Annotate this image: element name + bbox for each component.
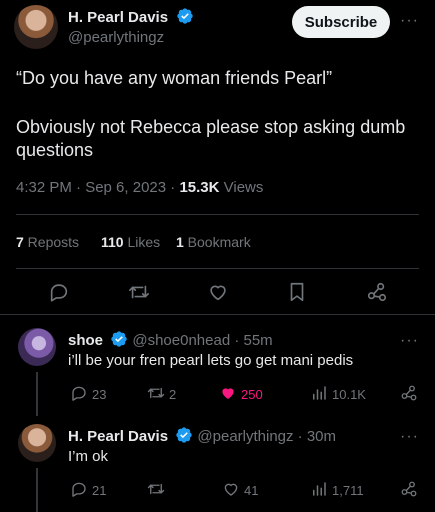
repost-count[interactable] <box>147 480 169 501</box>
reply-handle-time[interactable]: @pearlythingz · 30m <box>197 428 336 445</box>
reply-author-name[interactable]: H. Pearl Davis <box>68 428 168 445</box>
view-count[interactable]: 10.1K <box>310 384 366 405</box>
views-chart-icon <box>310 480 328 501</box>
views-chart-icon <box>310 384 328 405</box>
thread-line <box>36 372 38 416</box>
avatar[interactable] <box>14 5 58 49</box>
likes-stat[interactable]: 110 Likes <box>101 234 160 250</box>
more-options-icon[interactable]: ··· <box>400 12 419 30</box>
views-count: 15.3K <box>179 179 220 196</box>
tweet-text-line1: “Do you have any woman friends Pearl” <box>16 68 333 88</box>
divider <box>0 314 435 315</box>
reply-count[interactable]: 21 <box>70 480 106 501</box>
repost-count[interactable]: 2 <box>147 384 176 405</box>
repost-icon <box>147 480 165 501</box>
avatar[interactable] <box>18 328 56 366</box>
reply-text: i’ll be your fren pearl lets go get mani… <box>68 352 354 369</box>
views-label: Views <box>219 179 264 196</box>
tweet-timestamp[interactable]: 4:32 PM · Sep 6, 2023 · <box>16 179 179 196</box>
like-count[interactable]: 41 <box>222 480 258 501</box>
share-icon[interactable] <box>366 281 388 303</box>
reply-text: I’m ok <box>68 448 109 465</box>
like-icon[interactable] <box>207 281 229 303</box>
like-icon <box>222 480 240 501</box>
repost-icon[interactable] <box>128 281 150 303</box>
like-count[interactable]: 250 <box>219 384 263 405</box>
divider <box>16 268 419 269</box>
repost-icon <box>147 384 165 405</box>
reply-icon[interactable] <box>48 281 70 303</box>
reply-count[interactable]: 23 <box>70 384 106 405</box>
subscribe-button[interactable]: Subscribe <box>292 6 390 38</box>
reply-icon <box>70 480 88 501</box>
reposts-stat[interactable]: 7 Reposts <box>16 234 79 250</box>
share-icon[interactable] <box>400 384 418 402</box>
author-handle[interactable]: @pearlythingz <box>68 29 164 46</box>
verified-badge-icon <box>175 426 193 444</box>
reply-icon <box>70 384 88 405</box>
reply-handle-time[interactable]: @shoe0nhead · 55m <box>132 332 272 349</box>
thread-line <box>36 468 38 512</box>
author-name[interactable]: H. Pearl Davis <box>68 9 168 26</box>
avatar[interactable] <box>18 424 56 462</box>
verified-badge-icon <box>110 330 128 348</box>
bookmark-icon[interactable] <box>286 281 308 303</box>
more-options-icon[interactable]: ··· <box>400 428 419 446</box>
divider <box>16 214 419 215</box>
heart-filled-icon <box>219 384 237 405</box>
share-icon[interactable] <box>400 480 418 498</box>
view-count[interactable]: 1,711 <box>310 480 364 501</box>
reply-author-name[interactable]: shoe <box>68 332 103 349</box>
tweet-text-line2: Obviously not Rebecca please stop asking… <box>16 117 406 160</box>
more-options-icon[interactable]: ··· <box>400 332 419 350</box>
verified-badge-icon <box>176 7 194 25</box>
bookmarks-stat[interactable]: 1 Bookmark <box>176 234 251 250</box>
